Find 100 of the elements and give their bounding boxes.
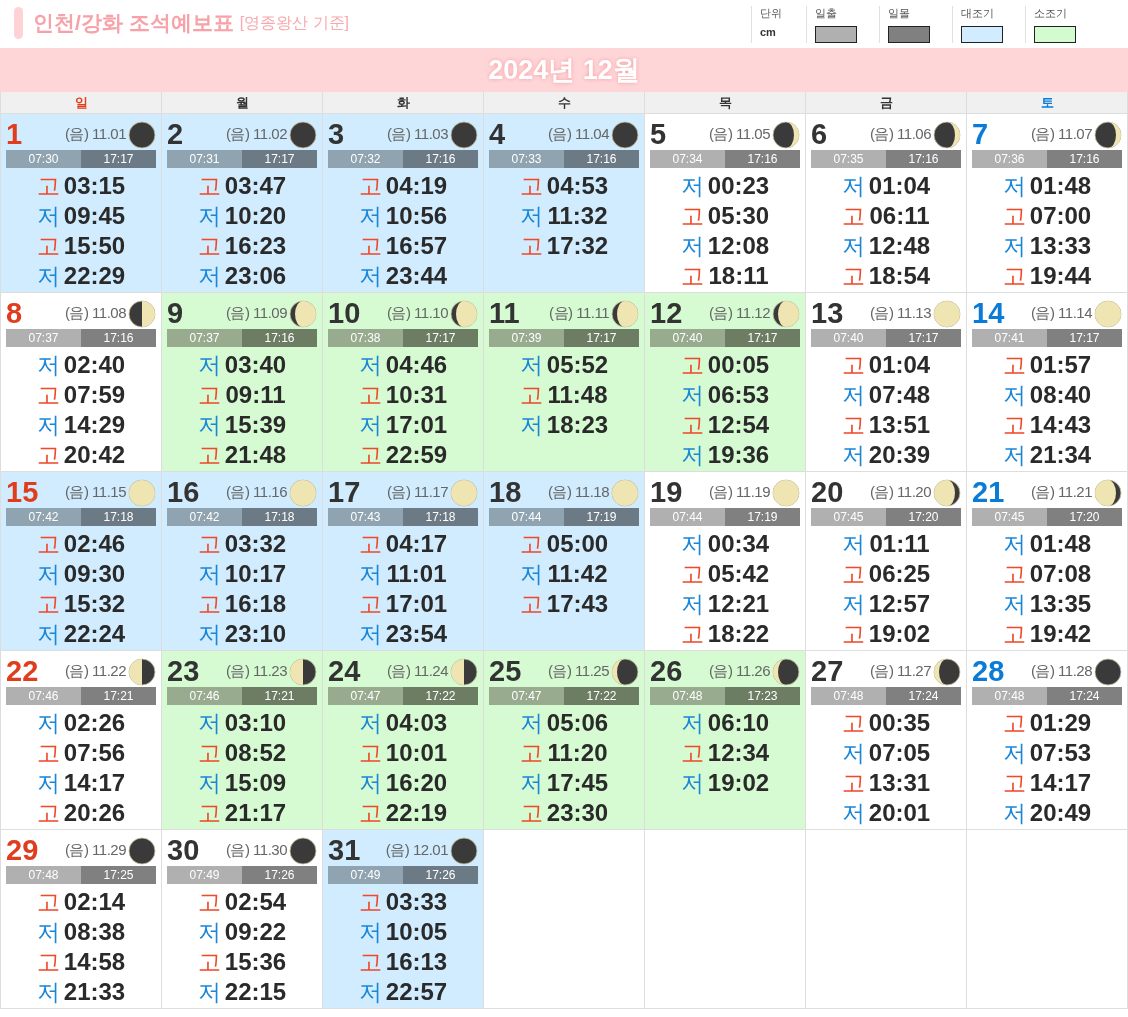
tide-type-label: 저 xyxy=(197,977,221,1007)
tide-type-label: 저 xyxy=(841,380,865,410)
tide-time: 15:39 xyxy=(224,411,287,439)
tide-time: 07:59 xyxy=(63,381,126,409)
sunset-time: 17:26 xyxy=(242,866,317,884)
tide-time: 10:31 xyxy=(385,381,448,409)
day-number: 9 xyxy=(167,297,185,330)
tide-time: 04:53 xyxy=(546,172,609,200)
tide-type-label: 고 xyxy=(1002,768,1026,798)
tide-time: 08:40 xyxy=(1029,381,1092,409)
tide-type-label: 고 xyxy=(358,171,382,201)
tide-type-label: 저 xyxy=(1002,231,1026,261)
tide-time: 05:42 xyxy=(707,560,770,588)
day-number: 15 xyxy=(6,476,40,509)
tide-type-label: 고 xyxy=(519,171,543,201)
day-number: 22 xyxy=(6,655,40,688)
tide-time: 02:14 xyxy=(63,888,126,916)
day-number: 21 xyxy=(972,476,1006,509)
tide-type-label: 저 xyxy=(680,589,704,619)
lunar-date: (음) 11.27 xyxy=(869,662,931,681)
sunrise-time: 07:32 xyxy=(328,150,403,168)
tide-type-label: 저 xyxy=(197,559,221,589)
sunrise-time: 07:46 xyxy=(6,687,81,705)
lunar-date: (음) 11.14 xyxy=(1030,304,1092,323)
sunrise-time: 07:41 xyxy=(972,329,1047,347)
sunset-time: 17:23 xyxy=(725,687,800,705)
sunrise-time: 07:40 xyxy=(650,329,725,347)
lunar-date: (음) 11.17 xyxy=(386,483,448,502)
lunar-date: (음) 11.29 xyxy=(64,841,126,860)
tide-time: 07:00 xyxy=(1029,202,1092,230)
tide-time: 20:26 xyxy=(63,799,126,827)
tide-time: 09:11 xyxy=(225,381,286,409)
tide-time: 18:11 xyxy=(708,262,769,290)
tide-type-label: 저 xyxy=(519,350,543,380)
tide-type-label: 저 xyxy=(197,917,221,947)
day-number: 8 xyxy=(6,297,24,330)
tide-time: 13:35 xyxy=(1029,590,1092,618)
lunar-date: (음) 11.26 xyxy=(708,662,770,681)
day-number: 6 xyxy=(811,118,829,151)
tide-time: 03:33 xyxy=(385,888,448,916)
tide-type-label: 고 xyxy=(36,738,60,768)
tide-type-label: 저 xyxy=(1002,589,1026,619)
tide-type-label: 고 xyxy=(680,738,704,768)
tide-type-label: 고 xyxy=(36,798,60,828)
lunar-date: (음) 11.23 xyxy=(225,662,287,681)
tide-type-label: 고 xyxy=(197,440,221,470)
tide-type-label: 저 xyxy=(36,708,60,738)
sunset-time: 17:17 xyxy=(403,329,478,347)
weekday-header: 화 xyxy=(323,92,484,114)
tide-type-label: 저 xyxy=(197,201,221,231)
tide-time: 20:49 xyxy=(1029,799,1092,827)
sunrise-time: 07:42 xyxy=(167,508,242,526)
sunset-time: 17:16 xyxy=(564,150,639,168)
tide-time: 15:32 xyxy=(63,590,126,618)
sunset-time: 17:16 xyxy=(1047,150,1122,168)
tide-type-label: 고 xyxy=(358,231,382,261)
tide-type-label: 고 xyxy=(680,201,704,231)
sunset-time: 17:26 xyxy=(403,866,478,884)
lunar-date: (음) 11.10 xyxy=(386,304,448,323)
tide-time: 09:22 xyxy=(224,918,287,946)
tide-type-label: 고 xyxy=(358,798,382,828)
tide-type-label: 고 xyxy=(841,768,865,798)
tide-time: 15:36 xyxy=(224,948,287,976)
tide-type-label: 저 xyxy=(519,410,543,440)
sunrise-time: 07:34 xyxy=(650,150,725,168)
day-number: 14 xyxy=(972,297,1006,330)
sunset-time: 17:19 xyxy=(564,508,639,526)
day-number: 31 xyxy=(328,834,362,867)
tide-type-label: 저 xyxy=(358,768,382,798)
tide-time: 06:25 xyxy=(868,560,931,588)
lunar-date: (음) 11.30 xyxy=(225,841,287,860)
tide-time: 08:38 xyxy=(63,918,126,946)
tide-type-label: 고 xyxy=(36,887,60,917)
sunset-time: 17:16 xyxy=(725,150,800,168)
tide-time: 19:02 xyxy=(868,620,931,648)
tide-type-label: 저 xyxy=(1002,529,1026,559)
sunrise-time: 07:48 xyxy=(972,687,1047,705)
day-number: 10 xyxy=(328,297,362,330)
day-number: 3 xyxy=(328,118,346,151)
tide-type-label: 저 xyxy=(841,738,865,768)
tide-type-label: 고 xyxy=(680,619,704,649)
tide-type-label: 고 xyxy=(358,380,382,410)
tide-type-label: 저 xyxy=(36,201,60,231)
tide-time: 10:01 xyxy=(385,739,448,767)
tide-type-label: 저 xyxy=(358,201,382,231)
sunset-time: 17:16 xyxy=(81,329,156,347)
tide-time: 11:42 xyxy=(547,560,608,588)
tide-type-label: 고 xyxy=(197,947,221,977)
lunar-date: (음) 11.16 xyxy=(225,483,287,502)
sunrise-time: 07:30 xyxy=(6,150,81,168)
tide-type-label: 고 xyxy=(1002,708,1026,738)
weekday-header: 월 xyxy=(162,92,323,114)
tide-type-label: 고 xyxy=(1002,410,1026,440)
sunset-time: 17:21 xyxy=(81,687,156,705)
sunrise-time: 07:39 xyxy=(489,329,564,347)
tide-type-label: 저 xyxy=(680,171,704,201)
tide-time: 12:57 xyxy=(868,590,931,618)
tide-time: 01:48 xyxy=(1029,530,1092,558)
tide-time: 12:54 xyxy=(707,411,770,439)
tide-type-label: 고 xyxy=(1002,261,1026,291)
